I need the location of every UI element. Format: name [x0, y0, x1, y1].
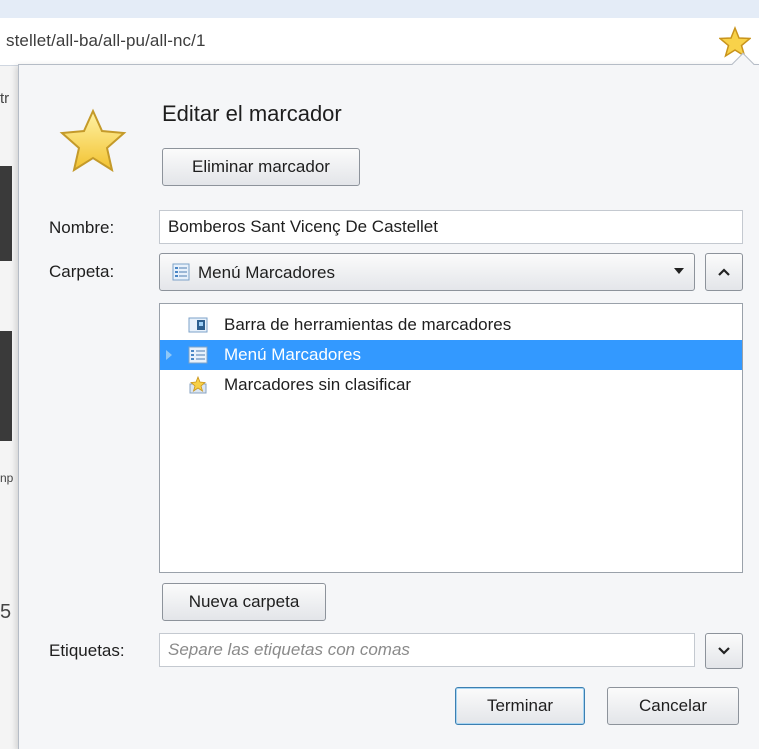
url-bar[interactable]: stellet/all-ba/all-pu/all-nc/1	[0, 18, 759, 66]
chevron-down-icon	[718, 647, 730, 655]
expand-arrow-icon[interactable]	[166, 350, 172, 360]
menu-folder-icon	[172, 263, 190, 281]
folder-label: Carpeta:	[49, 262, 115, 281]
tags-dropdown-button[interactable]	[705, 633, 743, 669]
tags-field[interactable]: Separe las etiquetas con comas	[159, 633, 695, 667]
menu-folder-icon	[188, 346, 208, 364]
done-button[interactable]: Terminar	[455, 687, 585, 725]
name-field[interactable]: Bomberos Sant Vicenç De Castellet	[159, 210, 743, 244]
background-text-fragment: 5	[0, 601, 12, 623]
tags-label: Etiquetas:	[49, 641, 125, 660]
folder-tree[interactable]: Barra de herramientas de marcadores Menú…	[159, 303, 743, 573]
name-label: Nombre:	[49, 218, 115, 237]
background-text-fragment: tr	[0, 90, 10, 107]
tree-item-toolbar[interactable]: Barra de herramientas de marcadores	[160, 310, 742, 340]
chevron-up-icon	[718, 268, 730, 276]
tree-item-unsorted[interactable]: Marcadores sin clasificar	[160, 370, 742, 400]
tree-item-label: Barra de herramientas de marcadores	[224, 315, 512, 334]
remove-bookmark-button[interactable]: Eliminar marcador	[162, 148, 360, 186]
background-text-fragment: np	[0, 471, 14, 485]
tree-item-menu[interactable]: Menú Marcadores	[160, 340, 742, 370]
url-text: stellet/all-ba/all-pu/all-nc/1	[6, 31, 206, 50]
bookmark-star-icon[interactable]	[719, 26, 751, 58]
folder-select[interactable]: Menú Marcadores	[159, 253, 695, 291]
new-folder-button[interactable]: Nueva carpeta	[162, 583, 326, 621]
tree-item-label: Marcadores sin clasificar	[224, 375, 412, 394]
background-image-block	[0, 166, 12, 261]
toolbar-folder-icon	[188, 317, 208, 333]
folder-select-value: Menú Marcadores	[198, 263, 336, 282]
cancel-button[interactable]: Cancelar	[607, 687, 739, 725]
tree-item-label: Menú Marcadores	[224, 345, 362, 364]
browser-top-strip	[0, 0, 759, 18]
star-icon	[59, 108, 127, 173]
edit-bookmark-panel: Editar el marcador Eliminar marcador Nom…	[18, 52, 759, 749]
unsorted-bookmarks-icon	[189, 375, 207, 394]
dropdown-arrow-icon	[674, 268, 684, 274]
background-image-block	[0, 331, 12, 441]
collapse-folder-tree-button[interactable]	[705, 253, 743, 291]
panel-title: Editar el marcador	[162, 101, 342, 126]
tags-placeholder: Separe las etiquetas con comas	[168, 640, 410, 659]
